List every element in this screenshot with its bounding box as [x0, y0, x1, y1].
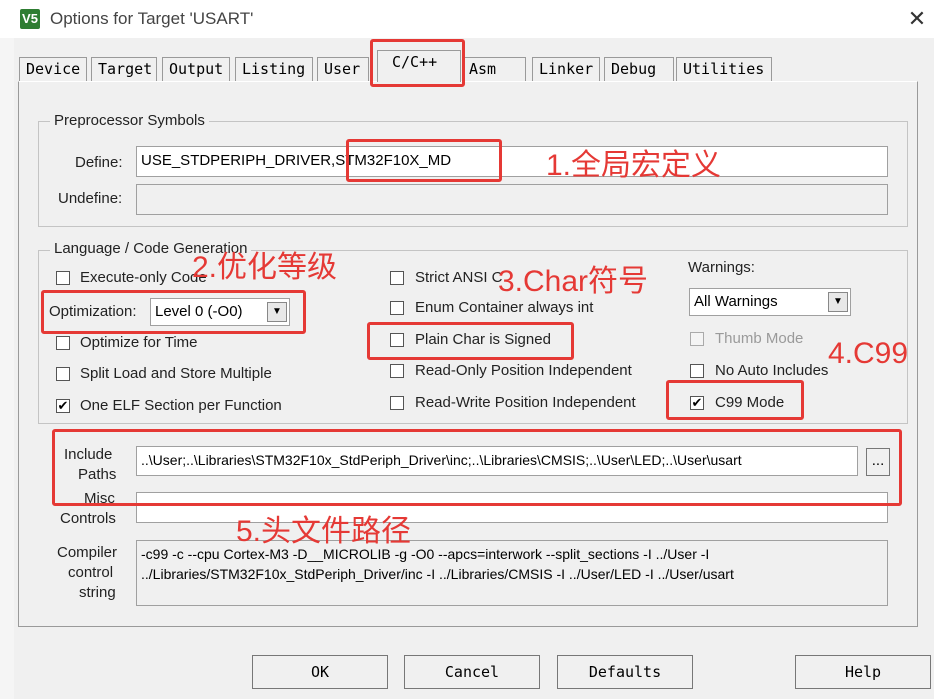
- defaults-button[interactable]: Defaults: [557, 655, 693, 689]
- background-window-strip: [0, 38, 14, 699]
- rw-position-checkbox[interactable]: [390, 396, 404, 410]
- tab-device[interactable]: Device: [19, 57, 87, 81]
- plain-char-checkbox[interactable]: [390, 333, 404, 347]
- plain-char-label: Plain Char is Signed: [415, 331, 551, 348]
- enum-int-label: Enum Container always int: [415, 299, 594, 316]
- tab-linker[interactable]: Linker: [532, 57, 600, 81]
- execute-only-checkbox[interactable]: [56, 271, 70, 285]
- thumb-mode-checkbox: [690, 332, 704, 346]
- tab-user[interactable]: User: [317, 57, 369, 81]
- uvision-app-icon: V5: [20, 9, 40, 29]
- no-auto-includes-label: No Auto Includes: [715, 362, 829, 379]
- cancel-button[interactable]: Cancel: [404, 655, 540, 689]
- compiler-string-line2: ../Libraries/STM32F10x_StdPeriph_Driver/…: [141, 566, 734, 582]
- tab-asm[interactable]: Asm: [462, 57, 526, 81]
- close-icon[interactable]: ✕: [904, 6, 930, 32]
- optimization-label: Optimization:: [49, 303, 137, 320]
- compiler-string-label-line2: control: [68, 564, 114, 581]
- annotation-header-paths: 5.头文件路径: [236, 515, 412, 548]
- optimize-time-checkbox[interactable]: [56, 336, 70, 350]
- annotation-c99: 4.C99: [828, 337, 909, 370]
- annotation-char-sign: 3.Char符号: [498, 265, 649, 298]
- compiler-string-label-line1: Compiler: [57, 544, 118, 561]
- execute-only-label: Execute-only Code: [80, 269, 207, 286]
- no-auto-includes-checkbox[interactable]: [690, 364, 704, 378]
- undefine-label: Undefine:: [58, 190, 123, 207]
- rw-position-label: Read-Write Position Independent: [415, 394, 636, 411]
- c99-mode-checkbox[interactable]: ✔: [690, 396, 704, 410]
- strict-ansi-checkbox[interactable]: [390, 271, 404, 285]
- compiler-string-label-line3: string: [79, 584, 116, 601]
- split-load-checkbox[interactable]: [56, 367, 70, 381]
- tab-output[interactable]: Output: [162, 57, 230, 81]
- enum-int-checkbox[interactable]: [390, 301, 404, 315]
- include-paths-browse-button[interactable]: ...: [866, 448, 890, 476]
- annotation-global-macro: 1.全局宏定义: [546, 149, 722, 182]
- ro-position-label: Read-Only Position Independent: [415, 362, 632, 379]
- c99-mode-label: C99 Mode: [715, 394, 785, 411]
- annotation-optimization-level: 2.优化等级: [192, 251, 338, 284]
- tab-c-cpp[interactable]: C/C++: [377, 50, 461, 82]
- warnings-label: Warnings:: [688, 259, 755, 276]
- warnings-dropdown-icon[interactable]: ▼: [828, 292, 848, 312]
- split-load-label: Split Load and Store Multiple: [80, 365, 272, 382]
- strict-ansi-label: Strict ANSI C: [415, 269, 503, 286]
- tab-target[interactable]: Target: [91, 57, 157, 81]
- one-elf-checkbox[interactable]: ✔: [56, 399, 70, 413]
- warnings-select[interactable]: All Warnings: [689, 288, 851, 316]
- one-elf-label: One ELF Section per Function: [80, 397, 282, 414]
- thumb-mode-label: Thumb Mode: [715, 330, 804, 347]
- misc-controls-label-line2: Controls: [60, 510, 116, 527]
- help-button[interactable]: Help: [795, 655, 931, 689]
- optimize-time-label: Optimize for Time: [80, 334, 198, 351]
- define-label: Define:: [75, 154, 123, 171]
- tab-debug[interactable]: Debug: [604, 57, 674, 81]
- ro-position-checkbox[interactable]: [390, 364, 404, 378]
- misc-controls-label-line1: Misc: [84, 490, 115, 507]
- include-paths-input[interactable]: ..\User;..\Libraries\STM32F10x_StdPeriph…: [136, 446, 858, 476]
- optimization-dropdown-icon[interactable]: ▼: [267, 302, 287, 322]
- include-paths-label-line1: Include: [64, 446, 113, 463]
- preprocessor-group-label: Preprocessor Symbols: [50, 112, 209, 129]
- define-input[interactable]: USE_STDPERIPH_DRIVER,STM32F10X_MD: [136, 146, 888, 177]
- ok-button[interactable]: OK: [252, 655, 388, 689]
- include-paths-label-line2: Paths: [78, 466, 117, 483]
- tab-listing[interactable]: Listing: [235, 57, 313, 81]
- window-title: Options for Target 'USART': [50, 9, 254, 28]
- tab-utilities[interactable]: Utilities: [676, 57, 772, 81]
- undefine-input[interactable]: [136, 184, 888, 215]
